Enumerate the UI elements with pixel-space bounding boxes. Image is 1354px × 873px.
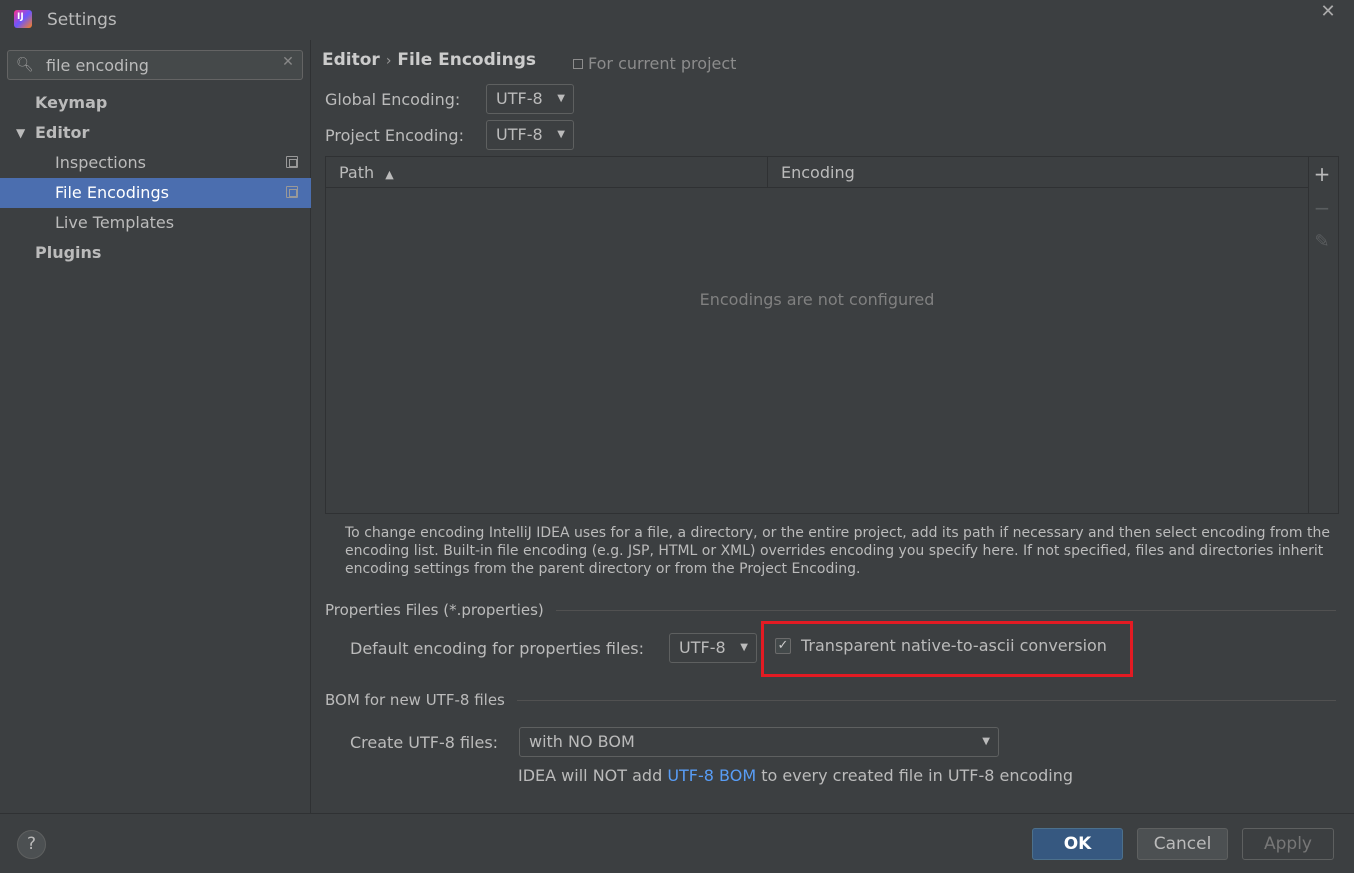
sidebar-item-label: Keymap (35, 93, 108, 112)
breadcrumb-parent[interactable]: Editor (322, 50, 380, 70)
sidebar-item-plugins[interactable]: Plugins (0, 238, 311, 268)
utf8-bom-link[interactable]: UTF-8 BOM (667, 766, 756, 785)
properties-encoding-dropdown[interactable]: UTF-8 ▼ (669, 633, 757, 663)
sidebar-item-label: File Encodings (55, 183, 169, 202)
encoding-help-text: To change encoding IntelliJ IDEA uses fo… (345, 525, 1330, 577)
close-icon[interactable]: ✕ (1318, 2, 1338, 22)
settings-sidebar: 🔍︎ ✕ Keymap ▼ Editor Inspections File En… (0, 40, 311, 813)
sidebar-item-label: Editor (35, 123, 90, 142)
global-encoding-label: Global Encoding: (325, 90, 461, 109)
sidebar-item-file-encodings[interactable]: File Encodings (0, 178, 311, 208)
settings-content: Editor › File Encodings For current projec… (312, 40, 1354, 813)
table-toolbar: + − ✎ (1307, 156, 1339, 514)
clear-search-icon[interactable]: ✕ (279, 54, 297, 74)
search-icon[interactable]: 🔍︎ (16, 57, 34, 75)
dialog-footer: ? OK Cancel Apply (0, 813, 1354, 873)
sidebar-item-keymap[interactable]: Keymap (0, 88, 311, 118)
cancel-button[interactable]: Cancel (1137, 828, 1228, 860)
chevron-down-icon: ▼ (982, 736, 990, 747)
expand-arrow-icon[interactable]: ▼ (16, 118, 25, 148)
ok-button[interactable]: OK (1032, 828, 1123, 860)
add-icon[interactable]: + (1307, 159, 1337, 189)
bom-value: with NO BOM (529, 732, 635, 751)
sort-ascending-icon: ▲ (385, 168, 394, 181)
scope-indicator: For current project (573, 54, 736, 73)
column-header-encoding[interactable]: Encoding (767, 157, 1308, 188)
breadcrumb: Editor › File Encodings (322, 50, 536, 70)
global-encoding-value: UTF-8 (496, 89, 543, 108)
table-header: Path ▲ Encoding (326, 157, 1308, 188)
project-scope-icon (573, 59, 583, 69)
help-button[interactable]: ? (17, 830, 46, 859)
encodings-table[interactable]: Path ▲ Encoding Encodings are not config… (325, 156, 1309, 514)
sidebar-item-label: Live Templates (55, 213, 175, 232)
apply-button[interactable]: Apply (1242, 828, 1334, 860)
project-encoding-label: Project Encoding: (325, 126, 464, 145)
global-encoding-dropdown[interactable]: UTF-8 ▼ (486, 84, 574, 114)
table-empty-text: Encodings are not configured (699, 290, 935, 309)
project-encoding-dropdown[interactable]: UTF-8 ▼ (486, 120, 574, 150)
project-scope-icon (286, 156, 298, 168)
properties-default-encoding-label: Default encoding for properties files: (350, 639, 645, 658)
edit-icon[interactable]: ✎ (1307, 227, 1337, 257)
title-bar: Settings ✕ (0, 0, 1354, 40)
remove-icon[interactable]: − (1307, 193, 1337, 223)
intellij-app-icon (14, 10, 32, 28)
window-title: Settings (47, 10, 117, 30)
create-utf8-label: Create UTF-8 files: (350, 733, 499, 752)
bom-dropdown[interactable]: with NO BOM ▼ (519, 727, 999, 757)
column-header-path[interactable]: Path ▲ (326, 157, 767, 188)
search-input[interactable] (46, 54, 276, 76)
chevron-down-icon: ▼ (740, 642, 748, 653)
sidebar-item-label: Plugins (35, 243, 102, 262)
sidebar-item-live-templates[interactable]: Live Templates (0, 208, 311, 238)
breadcrumb-separator: › (385, 53, 392, 69)
properties-section-title: Properties Files (*.properties) (325, 601, 544, 619)
highlight-box (761, 621, 1133, 677)
section-divider (517, 700, 1336, 701)
bom-note: IDEA will NOT add UTF-8 BOM to every cre… (518, 766, 1074, 785)
sidebar-item-editor[interactable]: ▼ Editor (0, 118, 311, 148)
properties-encoding-value: UTF-8 (679, 638, 726, 657)
sidebar-item-inspections[interactable]: Inspections (0, 148, 311, 178)
breadcrumb-current: File Encodings (397, 50, 536, 70)
chevron-down-icon: ▼ (557, 93, 565, 104)
section-divider (556, 610, 1336, 611)
scope-label: For current project (588, 54, 737, 73)
bom-section-title: BOM for new UTF-8 files (325, 691, 505, 709)
search-box[interactable]: 🔍︎ ✕ (7, 50, 303, 80)
chevron-down-icon: ▼ (557, 129, 565, 140)
project-encoding-value: UTF-8 (496, 125, 543, 144)
sidebar-item-label: Inspections (55, 153, 146, 172)
project-scope-icon (286, 186, 298, 198)
